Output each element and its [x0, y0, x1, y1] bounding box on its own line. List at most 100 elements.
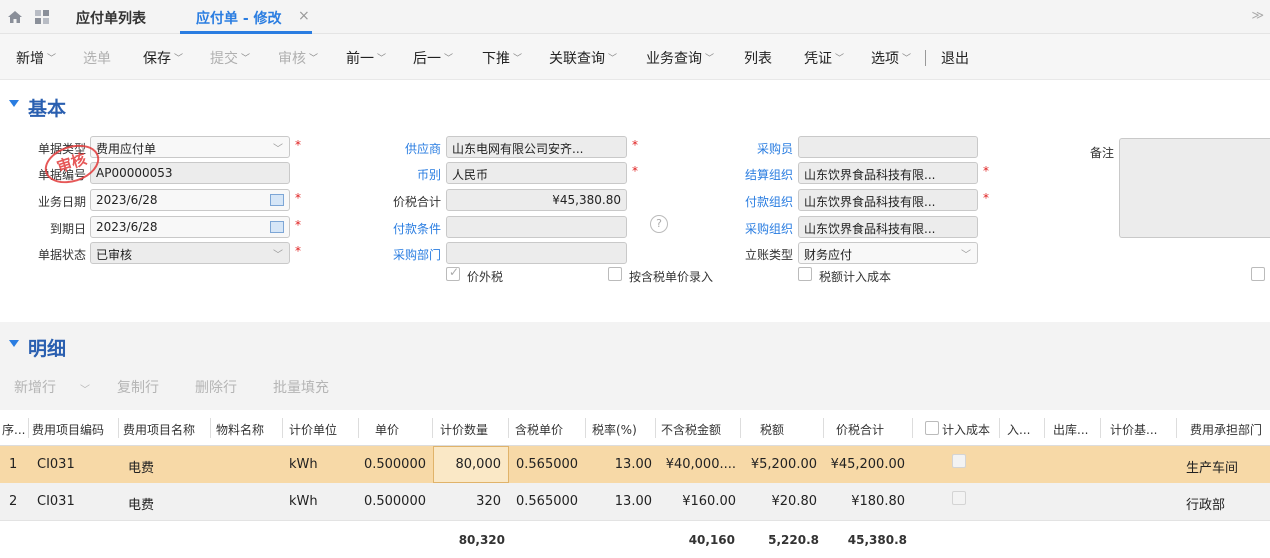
- help-icon[interactable]: ?: [650, 215, 668, 233]
- calendar-icon[interactable]: [270, 194, 284, 206]
- cell-price[interactable]: 0.500000: [358, 457, 426, 472]
- cell-qty[interactable]: 80,000: [433, 457, 502, 472]
- table-row[interactable]: 1 CI031 电费 kWh 0.500000 80,000 0.565000 13.00 ¥4…: [0, 446, 1270, 483]
- label-pay-org[interactable]: 付款组织: [718, 193, 793, 210]
- copy-row-button[interactable]: 复制行: [117, 377, 159, 397]
- column-divider[interactable]: [1044, 418, 1045, 438]
- toolbar-button-8[interactable]: 关联查询 ﹀: [549, 48, 617, 68]
- column-divider[interactable]: [585, 418, 586, 438]
- column-divider[interactable]: [508, 418, 509, 438]
- column-header[interactable]: 价税合计: [836, 421, 896, 438]
- column-divider[interactable]: [999, 418, 1000, 438]
- label-purchase-dept[interactable]: 采购部门: [366, 246, 441, 263]
- column-header[interactable]: 计价单位: [289, 421, 355, 438]
- tab-list[interactable]: 应付单列表: [76, 8, 146, 28]
- column-header[interactable]: 计价数量: [440, 421, 504, 438]
- column-header[interactable]: 出库...: [1053, 421, 1093, 438]
- remark-textarea[interactable]: [1119, 138, 1270, 238]
- extra-checkbox[interactable]: [1251, 267, 1265, 281]
- column-divider[interactable]: [282, 418, 283, 438]
- column-divider[interactable]: [740, 418, 741, 438]
- toolbar-button-10[interactable]: 列表: [744, 48, 772, 68]
- toolbar-button-7[interactable]: 下推 ﹀: [482, 48, 522, 68]
- label-purchase-org[interactable]: 采购组织: [718, 220, 793, 237]
- cell-dept[interactable]: 生产车间: [1186, 457, 1266, 476]
- calendar-icon[interactable]: [270, 221, 284, 233]
- batch-fill-button[interactable]: 批量填充: [273, 377, 329, 397]
- include-cost-header-checkbox[interactable]: [925, 421, 939, 435]
- collapse-detail-icon[interactable]: [9, 340, 19, 347]
- column-header[interactable]: 费用项目名称: [123, 421, 209, 438]
- include-cost-checkbox[interactable]: [952, 454, 966, 468]
- toolbar-button-11[interactable]: 凭证 ﹀: [804, 48, 844, 68]
- column-divider[interactable]: [655, 418, 656, 438]
- column-header[interactable]: 不含税金额: [661, 421, 731, 438]
- biz-date-picker[interactable]: 2023/6/28: [90, 189, 290, 211]
- tax-excl-checkbox[interactable]: [446, 265, 460, 281]
- column-header[interactable]: 含税单价: [515, 421, 579, 438]
- column-header[interactable]: 费用项目编码: [32, 421, 116, 438]
- doc-status-select[interactable]: 已审核 ﹀: [90, 242, 290, 264]
- toolbar-button-6[interactable]: 后一 ﹀: [413, 48, 453, 68]
- cell-price-tax[interactable]: 0.565000: [516, 494, 580, 509]
- column-header[interactable]: 入...: [1007, 421, 1031, 438]
- doc-no-field[interactable]: AP00000053: [90, 162, 290, 184]
- add-row-button[interactable]: 新增行: [14, 377, 56, 397]
- cell-price[interactable]: 0.500000: [358, 494, 426, 509]
- pay-org-field[interactable]: 山东饮界食品科技有限...: [798, 189, 978, 211]
- home-icon[interactable]: [7, 9, 23, 25]
- chevron-double-down-icon[interactable]: ≫: [1251, 8, 1264, 22]
- column-divider[interactable]: [210, 418, 211, 438]
- column-header[interactable]: 费用承担部门: [1190, 421, 1266, 438]
- cell-name[interactable]: 电费: [128, 494, 188, 513]
- doc-type-select[interactable]: 费用应付单 ﹀: [90, 136, 290, 158]
- cell-code[interactable]: CI031: [37, 494, 107, 509]
- column-divider[interactable]: [823, 418, 824, 438]
- chevron-down-icon[interactable]: ﹀: [80, 381, 90, 396]
- label-settle-org[interactable]: 结算组织: [718, 166, 793, 183]
- column-header[interactable]: 计入成本: [942, 421, 998, 438]
- cell-amount[interactable]: ¥160.00: [660, 494, 736, 509]
- tab-edit[interactable]: 应付单 - 修改: [196, 8, 282, 28]
- cell-rate[interactable]: 13.00: [586, 457, 652, 472]
- toolbar-button-5[interactable]: 前一 ﹀: [346, 48, 386, 68]
- column-divider[interactable]: [432, 418, 433, 438]
- column-divider[interactable]: [1100, 418, 1101, 438]
- column-header[interactable]: 序...: [2, 421, 28, 438]
- label-supplier[interactable]: 供应商: [366, 140, 441, 157]
- table-row[interactable]: 2 CI031 电费 kWh 0.500000 320 0.565000 13.00 ¥160.…: [0, 483, 1270, 520]
- column-divider[interactable]: [912, 418, 913, 438]
- purchase-org-field[interactable]: 山东饮界食品科技有限...: [798, 216, 978, 238]
- column-header[interactable]: 物料名称: [216, 421, 278, 438]
- toolbar-button-13[interactable]: 退出: [941, 48, 969, 68]
- toolbar-button-9[interactable]: 业务查询 ﹀: [646, 48, 714, 68]
- cell-seq[interactable]: 2: [9, 494, 27, 509]
- toolbar-button-1[interactable]: 选单: [83, 48, 111, 68]
- due-date-picker[interactable]: 2023/6/28: [90, 216, 290, 238]
- column-header[interactable]: 税额: [760, 421, 800, 438]
- toolbar-button-2[interactable]: 保存 ﹀: [143, 48, 183, 68]
- column-divider[interactable]: [358, 418, 359, 438]
- label-buyer[interactable]: 采购员: [718, 140, 793, 157]
- pay-terms-field[interactable]: [446, 216, 627, 238]
- cell-seq[interactable]: 1: [9, 457, 27, 472]
- cell-tax[interactable]: ¥20.80: [741, 494, 818, 509]
- cell-total[interactable]: ¥45,200.00: [825, 457, 905, 472]
- column-header[interactable]: 单价: [375, 421, 425, 438]
- column-header[interactable]: 计价基...: [1110, 421, 1160, 438]
- price-incl-tax-checkbox[interactable]: [608, 267, 622, 281]
- cell-price-tax[interactable]: 0.565000: [516, 457, 580, 472]
- account-type-select[interactable]: 财务应付 ﹀: [798, 242, 978, 264]
- column-divider[interactable]: [118, 418, 119, 438]
- cell-total[interactable]: ¥180.80: [825, 494, 905, 509]
- close-icon[interactable]: ×: [298, 8, 310, 24]
- cell-unit[interactable]: kWh: [289, 457, 349, 472]
- toolbar-button-3[interactable]: 提交 ﹀: [210, 48, 250, 68]
- delete-row-button[interactable]: 删除行: [195, 377, 237, 397]
- cell-rate[interactable]: 13.00: [586, 494, 652, 509]
- settle-org-field[interactable]: 山东饮界食品科技有限...: [798, 162, 978, 184]
- collapse-basic-icon[interactable]: [9, 100, 19, 107]
- cell-unit[interactable]: kWh: [289, 494, 349, 509]
- cell-tax[interactable]: ¥5,200.00: [741, 457, 817, 472]
- toolbar-button-4[interactable]: 审核 ﹀: [278, 48, 318, 68]
